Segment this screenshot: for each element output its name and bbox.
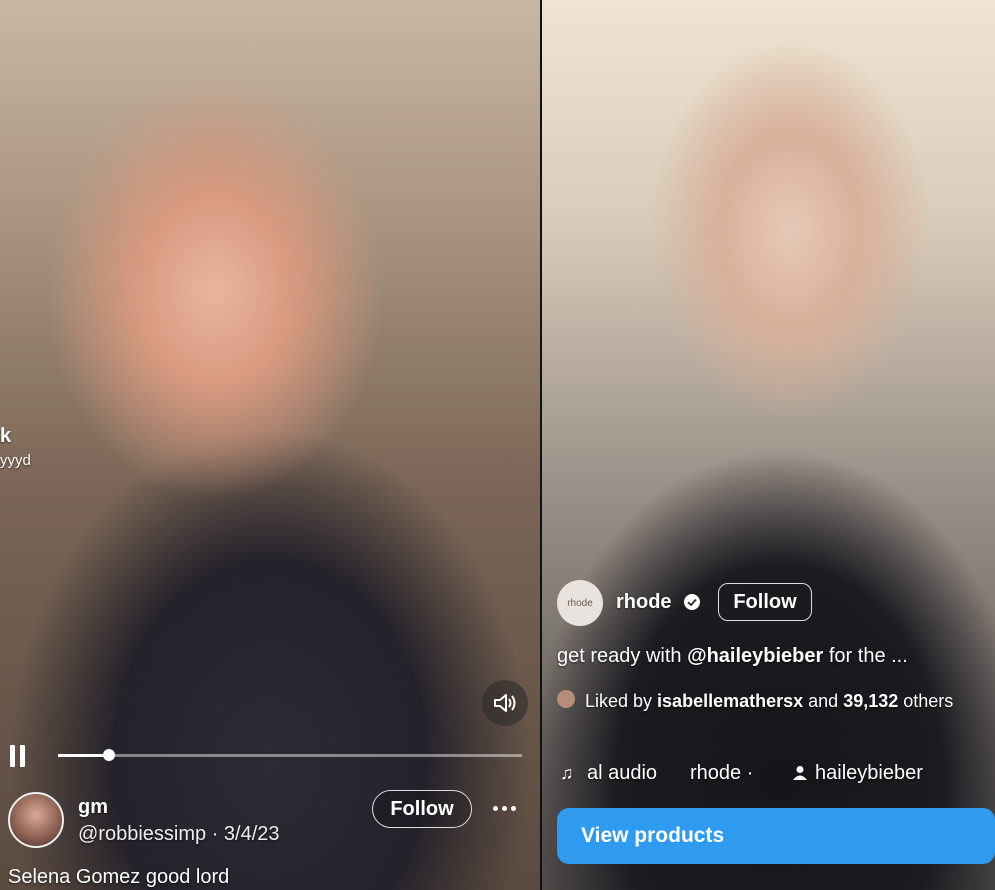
follow-button-right[interactable]: Follow [718, 583, 812, 621]
caption-prefix: get ready with [557, 645, 688, 667]
verified-badge-icon [684, 594, 700, 610]
caption-mention-link[interactable]: @haileybieber [687, 645, 823, 667]
post-caption-right: get ready with @haileybieber for the ... [557, 645, 908, 668]
follow-button-left[interactable]: Follow [372, 790, 472, 828]
video-progress-bar[interactable] [58, 749, 522, 761]
panel-divider [540, 0, 542, 890]
sound-toggle-button[interactable] [482, 680, 528, 726]
liked-user[interactable]: isabellemathersx [657, 691, 803, 711]
liked-count[interactable]: 39,132 [843, 691, 898, 711]
audio-artist[interactable]: rhode · [690, 762, 753, 785]
liked-suffix: others [898, 691, 954, 711]
progress-fill [58, 754, 110, 757]
liked-middle: and [803, 691, 844, 711]
liked-by-avatar [557, 690, 575, 708]
right-video-panel[interactable] [540, 0, 995, 890]
view-products-button[interactable]: View products [557, 808, 995, 864]
tagged-user[interactable]: haileybieber [815, 762, 923, 785]
user-avatar[interactable] [8, 792, 64, 848]
music-note-icon: ♫ [560, 763, 574, 783]
username[interactable]: gm [78, 796, 108, 819]
user-handle-date: @robbiessimp · 3/4/23 [78, 823, 280, 845]
post-caption-left: Selena Gomez good lord [8, 866, 230, 888]
sound-on-icon [494, 694, 516, 712]
caption-suffix: for the ... [823, 645, 908, 667]
person-icon [793, 766, 807, 780]
more-options-icon[interactable] [486, 790, 522, 826]
brand-avatar[interactable]: rhode [557, 580, 603, 626]
liked-prefix: Liked by [585, 691, 658, 711]
audio-label[interactable]: al audio [587, 762, 657, 785]
pause-icon[interactable] [10, 745, 30, 767]
brand-name[interactable]: rhode [616, 591, 672, 614]
cropped-edge-text-top: k [0, 425, 12, 447]
liked-by-text[interactable]: Liked by isabellemathersx and 39,132 oth… [585, 690, 965, 713]
cropped-edge-text-bottom: yyyd [0, 452, 31, 469]
progress-scrubber-handle[interactable] [103, 749, 116, 761]
